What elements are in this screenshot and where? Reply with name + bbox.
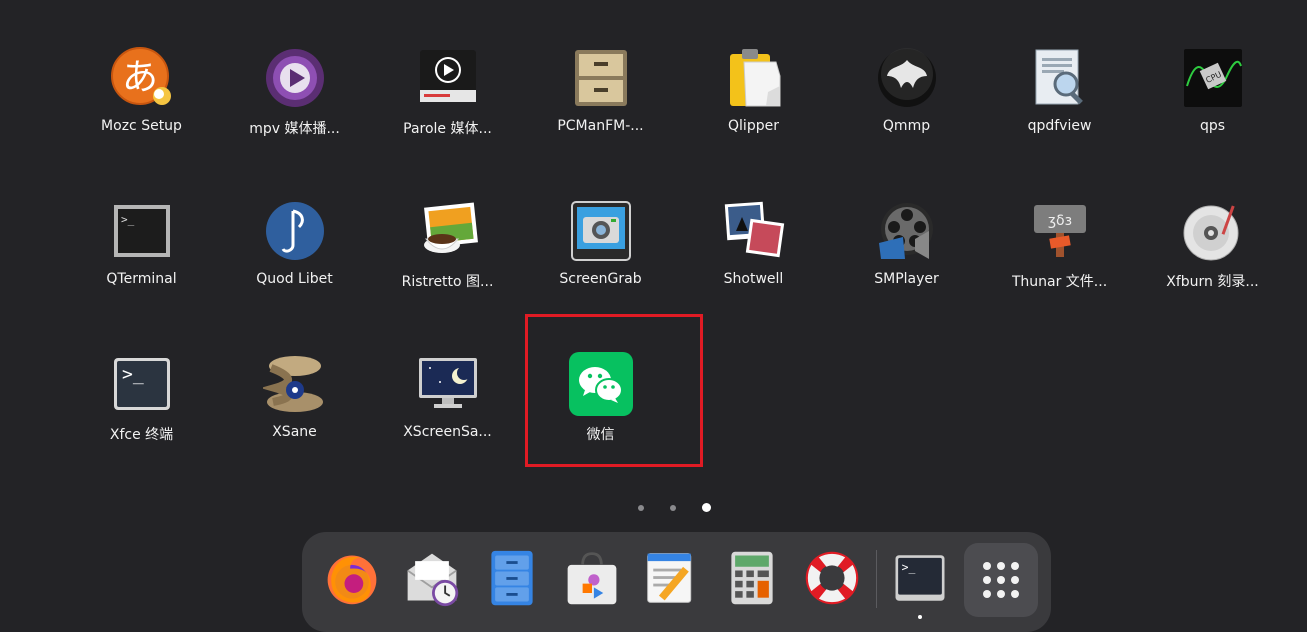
- dock-firefox[interactable]: [320, 546, 384, 610]
- app-qterminal[interactable]: >_ QTerminal: [65, 193, 218, 346]
- app-smplayer[interactable]: SMPlayer: [830, 193, 983, 346]
- qmmp-icon: [875, 46, 939, 110]
- svg-text:>_: >_: [902, 560, 916, 574]
- running-indicator: [918, 615, 922, 619]
- app-parole[interactable]: Parole 媒体...: [371, 40, 524, 193]
- svg-text:ʒδɜ: ʒδɜ: [1047, 213, 1071, 229]
- page-dot-1[interactable]: [638, 504, 644, 511]
- app-label: Xfce 终端: [109, 427, 174, 443]
- app-label: mpv 媒体播...: [249, 121, 340, 137]
- calculator-icon: [731, 551, 773, 605]
- app-qps[interactable]: CPU qps: [1136, 40, 1289, 193]
- monitor-moon-icon: [416, 352, 480, 416]
- app-label: QTerminal: [106, 271, 177, 287]
- image-viewer-icon: [416, 199, 480, 263]
- xsane-icon: [262, 352, 327, 416]
- thunar-icon: ʒδɜ: [1028, 199, 1092, 263]
- page-dot-2[interactable]: [670, 504, 676, 511]
- app-xsane[interactable]: XSane: [218, 346, 371, 499]
- terminal-icon: >_: [110, 199, 174, 263]
- app-screengrab[interactable]: ScreenGrab: [524, 193, 677, 346]
- app-label: qps: [1199, 118, 1226, 134]
- file-cabinet-icon: [491, 550, 533, 606]
- app-mpv[interactable]: mpv 媒体播...: [218, 40, 371, 193]
- mail-clock-icon: [407, 553, 459, 607]
- app-grid-icon: [983, 562, 1019, 598]
- firefox-icon: [327, 555, 377, 605]
- app-xfce-terminal[interactable]: >_ Xfce 终端: [65, 346, 218, 499]
- page-indicator: [638, 503, 711, 512]
- app-pcmanfm[interactable]: PCManFM-...: [524, 40, 677, 193]
- svg-text:あ: あ: [121, 57, 157, 98]
- terminal-icon: >_: [110, 352, 174, 416]
- show-apps-button[interactable]: [964, 543, 1038, 617]
- dock-software[interactable]: [560, 546, 624, 610]
- app-qmmp[interactable]: Qmmp: [830, 40, 983, 193]
- film-reel-icon: [875, 199, 939, 263]
- app-wechat[interactable]: 微信: [524, 346, 677, 499]
- dock-calculator[interactable]: [720, 546, 784, 610]
- disc-icon: [1181, 199, 1245, 263]
- dock-mail[interactable]: [400, 546, 464, 610]
- app-xscreensaver[interactable]: XScreenSa...: [371, 346, 524, 499]
- app-qpdfview[interactable]: qpdfview: [983, 40, 1136, 193]
- app-label: Xfburn 刻录...: [1166, 274, 1259, 290]
- dock-text-editor[interactable]: [640, 546, 704, 610]
- app-grid: あ Mozc Setup mpv 媒体播... Parole 媒体... PCM…: [65, 40, 1289, 499]
- app-label: Qmmp: [882, 118, 931, 134]
- page-dot-3[interactable]: [702, 503, 711, 512]
- app-label: SMPlayer: [874, 271, 939, 287]
- camera-icon: [569, 199, 633, 263]
- app-label: Quod Libet: [256, 271, 333, 287]
- svg-text:>_: >_: [122, 364, 144, 385]
- app-label: PCManFM-...: [557, 118, 644, 134]
- photos-icon: [722, 199, 786, 263]
- app-label: qpdfview: [1027, 118, 1092, 134]
- app-label: 微信: [586, 427, 615, 443]
- text-editor-icon: [647, 553, 692, 603]
- wechat-icon: [568, 352, 633, 416]
- app-qlipper[interactable]: Qlipper: [677, 40, 830, 193]
- dock-separator: [876, 550, 877, 608]
- app-quodlibet[interactable]: Quod Libet: [218, 193, 371, 346]
- app-label: Mozc Setup: [101, 118, 182, 134]
- lifebuoy-icon: [805, 551, 859, 605]
- mpv-icon: [263, 46, 327, 110]
- terminal-icon: >_: [895, 555, 945, 601]
- svg-text:>_: >_: [121, 213, 135, 226]
- dock-help[interactable]: [800, 546, 864, 610]
- app-label: Ristretto 图...: [401, 274, 494, 290]
- app-ristretto[interactable]: Ristretto 图...: [371, 193, 524, 346]
- clipboard-icon: [722, 46, 786, 110]
- app-mozc-setup[interactable]: あ Mozc Setup: [65, 40, 218, 193]
- app-label: XSane: [272, 424, 317, 440]
- app-thunar[interactable]: ʒδɜ Thunar 文件...: [983, 193, 1136, 346]
- app-grid-row: あ Mozc Setup mpv 媒体播... Parole 媒体... PCM…: [65, 40, 1289, 193]
- app-label: Qlipper: [728, 118, 779, 134]
- app-grid-row: >_ QTerminal Quod Libet Ristretto 图... S…: [65, 193, 1289, 346]
- parole-icon: [416, 46, 480, 110]
- dock-files[interactable]: [480, 546, 544, 610]
- software-store-icon: [567, 552, 617, 605]
- app-label: Parole 媒体...: [403, 121, 492, 137]
- app-xfburn[interactable]: Xfburn 刻录...: [1136, 193, 1289, 346]
- dock-terminal[interactable]: >_: [888, 546, 952, 610]
- app-label: Thunar 文件...: [1011, 274, 1108, 290]
- app-grid-row: >_ Xfce 终端 XSane XScreenSa... 微信: [65, 346, 1289, 499]
- app-label: XScreenSa...: [403, 424, 492, 440]
- app-label: Shotwell: [723, 271, 784, 287]
- app-shotwell[interactable]: Shotwell: [677, 193, 830, 346]
- music-note-icon: [263, 199, 327, 263]
- pdf-viewer-icon: [1028, 46, 1092, 110]
- mozc-icon: あ: [110, 46, 174, 110]
- filing-cabinet-icon: [569, 46, 633, 110]
- dock: >_: [302, 532, 1051, 632]
- cpu-monitor-icon: CPU: [1181, 46, 1245, 110]
- app-label: ScreenGrab: [559, 271, 642, 287]
